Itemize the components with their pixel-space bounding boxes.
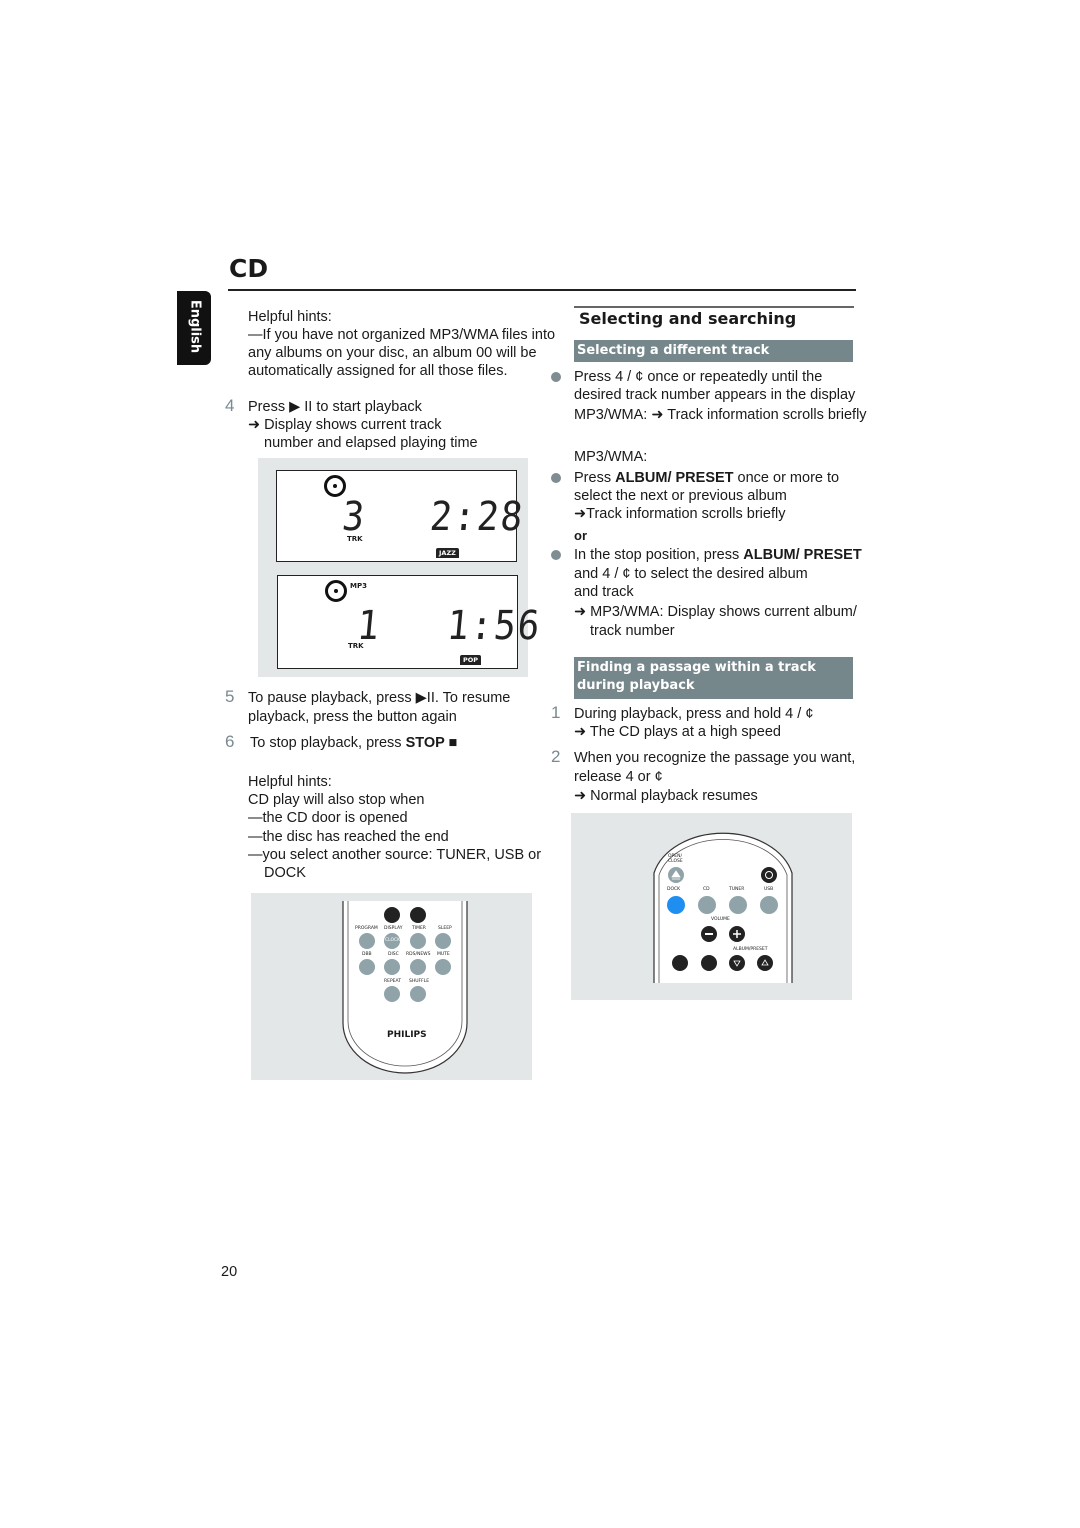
- step-text: release 4 or ¢: [574, 769, 663, 785]
- button-label: DISPLAY: [384, 926, 403, 931]
- genre-badge: JAZZ: [436, 548, 459, 558]
- button-label: DISC: [388, 952, 399, 957]
- mp3-label: MP3: [350, 582, 367, 590]
- disc-icon: [325, 580, 347, 602]
- bullet-result: track number: [590, 623, 675, 639]
- bullet-text: In the stop position, press ALBUM/ PRESE…: [574, 546, 862, 564]
- text: In the stop position, press: [574, 547, 744, 563]
- section-rule: [574, 306, 854, 308]
- button-label: MUTE: [437, 952, 450, 957]
- step-text: playback, press the button again: [248, 709, 457, 725]
- hint-line: automatically assigned for all those fil…: [248, 363, 508, 379]
- remote-control: [653, 832, 793, 983]
- button-label: RDS/NEWS: [406, 952, 431, 957]
- step-number: 4: [225, 396, 235, 415]
- hint-line: —the disc has reached the end: [248, 829, 449, 845]
- bullet-result: MP3/WMA: ➜ Track information scrolls bri…: [574, 407, 867, 423]
- step-text: Press ▶ II to start playback: [248, 399, 422, 415]
- step-number: 1: [551, 703, 561, 722]
- step-result: number and elapsed playing time: [264, 435, 478, 451]
- text: once or more to: [733, 470, 840, 486]
- heading-line: during playback: [577, 678, 695, 693]
- bullet-result: ➜Track information scrolls briefly: [574, 506, 786, 522]
- album-preset-label: ALBUM/PRESET: [733, 947, 768, 952]
- brand-logo: PHILIPS: [387, 1030, 427, 1040]
- bullet-text: Press 4 / ¢ once or repeatedly until the: [574, 369, 823, 385]
- remote-control: [342, 901, 468, 1074]
- mp3-label: MP3/WMA:: [574, 449, 648, 465]
- bullet-text: desired track number appears in the disp…: [574, 387, 856, 403]
- hint-line: —If you have not organized MP3/WMA files…: [248, 327, 556, 343]
- manual-page: CD English Helpful hints: —If you have n…: [0, 0, 1080, 1528]
- or-label: or: [574, 528, 587, 543]
- bullet-text: and track: [574, 584, 634, 600]
- album-preset-key: ALBUM/ PRESET: [615, 470, 734, 486]
- lcd-display-cd: 3 2:28 TRK JAZZ: [276, 470, 526, 562]
- source-label: USB: [764, 887, 774, 892]
- button-label: PROGRAM: [355, 926, 378, 931]
- elapsed-time: 2:28: [428, 494, 527, 540]
- button-label: SLEEP: [438, 926, 452, 931]
- language-tab-label: English: [187, 299, 203, 354]
- remote-illustration-top: OPEN/ CLOSE DOCK CD TUNER USB VOLUME ALB…: [571, 813, 852, 1000]
- button-label: DBB: [362, 952, 372, 957]
- step-result: ➜ The CD plays at a high speed: [574, 724, 781, 740]
- lcd-display-mp3: MP3 1 1:56 TRK POP: [277, 575, 543, 669]
- button-label: SHUFFLE: [409, 979, 430, 984]
- button-label: REPEAT: [384, 979, 402, 984]
- bullet-result: ➜ MP3/WMA: Display shows current album/: [574, 604, 857, 620]
- step-text: To stop playback, press STOP ■: [250, 734, 457, 752]
- track-number: 3: [340, 494, 368, 540]
- subsection-heading: Finding a passage within a track during …: [574, 657, 853, 699]
- source-label: CD: [703, 887, 710, 892]
- bullet-text: select the next or previous album: [574, 488, 787, 504]
- source-label: TUNER: [729, 887, 745, 892]
- page-number: 20: [221, 1264, 238, 1280]
- step-number: 5: [225, 687, 235, 706]
- album-preset-key: ALBUM/ PRESET: [743, 547, 862, 563]
- bullet-icon: [551, 550, 561, 560]
- track-number: 1: [355, 603, 383, 649]
- hint-line: —the CD door is opened: [248, 810, 408, 826]
- step-number: 6: [225, 732, 235, 751]
- source-label: DOCK: [667, 887, 681, 892]
- clock-button-label: CLOCK: [385, 938, 401, 943]
- step-text: When you recognize the passage you want,: [574, 750, 856, 766]
- hint-line: any albums on your disc, an album 00 wil…: [248, 345, 537, 361]
- genre-badge: POP: [460, 655, 482, 665]
- hint-line: CD play will also stop when: [248, 792, 425, 808]
- step-result: ➜ Normal playback resumes: [574, 788, 758, 804]
- page-title: CD: [229, 254, 269, 283]
- hint-title: Helpful hints:: [248, 309, 332, 325]
- hint-title: Helpful hints:: [248, 774, 332, 790]
- trk-label: TRK: [347, 535, 363, 543]
- step-text: During playback, press and hold 4 / ¢: [574, 706, 814, 722]
- hint-line: —you select another source: TUNER, USB o…: [248, 847, 542, 863]
- step-text: To pause playback, press ▶II. To resume: [248, 690, 511, 706]
- text: Press: [574, 470, 616, 486]
- section-title: Selecting and searching: [579, 309, 797, 328]
- step-number: 2: [551, 747, 561, 766]
- step-text-prefix: To stop playback, press: [250, 735, 406, 751]
- hint-line: DOCK: [264, 865, 306, 881]
- open-close-label: OPEN/ CLOSE: [668, 854, 683, 864]
- button-label: TIMER: [412, 926, 426, 931]
- bullet-text: and 4 / ¢ to select the desired album: [574, 566, 808, 582]
- bullet-icon: [551, 372, 561, 382]
- trk-label: TRK: [348, 642, 364, 650]
- heading-line: Finding a passage within a track: [577, 660, 816, 675]
- volume-label: VOLUME: [711, 917, 730, 922]
- bullet-text: Press ALBUM/ PRESET once or more to: [574, 469, 839, 487]
- bullet-icon: [551, 473, 561, 483]
- title-rule: [228, 289, 856, 291]
- subsection-heading: Selecting a different track: [574, 340, 853, 362]
- remote-illustration-bottom: PROGRAM DISPLAY TIMER SLEEP DBB DISC RDS…: [251, 893, 532, 1080]
- elapsed-time: 1:56: [445, 603, 544, 649]
- stop-key: STOP ■: [405, 735, 458, 751]
- step-result: ➜ Display shows current track: [248, 417, 442, 433]
